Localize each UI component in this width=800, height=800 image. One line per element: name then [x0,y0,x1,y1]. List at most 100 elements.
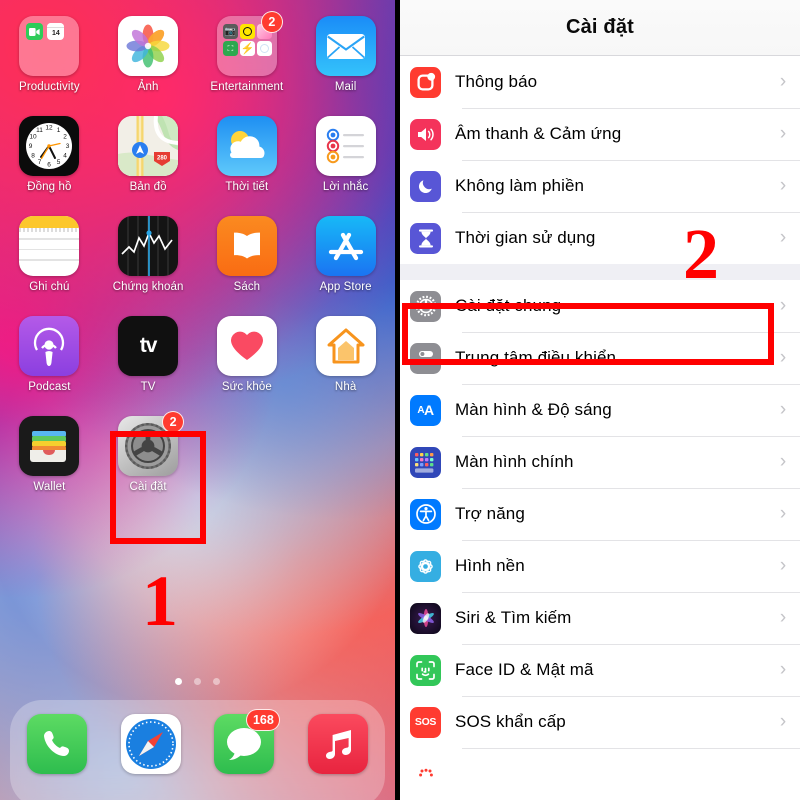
app-home[interactable]: Nhà [296,316,395,416]
settings-row-emergency-sos[interactable]: SOS SOS khẩn cấp › [400,696,800,748]
clock-icon: 12 1 2 345 678 9 10 11 [19,116,80,176]
app-maps[interactable]: 280 Bản đồ [99,116,198,216]
settings-row-siri-search[interactable]: Siri & Tìm kiếm › [400,592,800,644]
app-store-icon [315,216,376,276]
app-clock[interactable]: 12 1 2 345 678 9 10 11 Đồng hồ [0,116,99,216]
tv-icon: tv [118,316,179,376]
screenshot-root: 14 Productivity Ảnh 📷 ⛶ ⚡ 2 Entertainmen… [0,0,800,800]
sounds-haptics-icon [410,118,441,150]
display-brightness-icon: AA [410,394,441,426]
app-weather[interactable]: Thời tiết [198,116,297,216]
settings-row-label: Trung tâm điều khiển [455,348,617,367]
step-2-number: 2 [683,214,719,294]
settings-row-label: SOS khẩn cấp [455,712,566,731]
page-dot [194,678,201,685]
app-row: Ghi chú Chứng khoán Sách App Store [0,216,395,316]
maps-icon: 280 [118,116,179,176]
app-productivity[interactable]: 14 Productivity [0,16,99,116]
weather-icon [216,116,277,176]
chevron-right-icon: › [779,503,787,524]
settings-row-accessibility[interactable]: Trợ năng › [400,488,800,540]
svg-text:4: 4 [64,153,68,160]
podcasts-icon [19,316,80,376]
app-wallet[interactable]: Wallet [0,416,99,516]
settings-row-sounds[interactable]: Âm thanh & Cảm ứng › [400,108,800,160]
app-row: 12 1 2 345 678 9 10 11 Đồng hồ 280 Bản đ… [0,116,395,216]
app-photos[interactable]: Ảnh [99,16,198,116]
app-label: Entertainment [210,81,284,93]
settings-group-separator [400,264,800,280]
app-label: App Store [319,281,372,293]
wallpaper-icon [410,550,441,582]
settings-row-label: Âm thanh & Cảm ứng [455,124,622,143]
dock-app-music[interactable] [291,714,385,774]
app-reminders[interactable]: Lời nhắc [296,116,395,216]
settings-row-wallpaper[interactable]: Hình nền › [400,540,800,592]
stocks-icon [118,216,179,276]
page-indicator[interactable] [0,678,395,685]
dock-app-messages[interactable]: 168 [198,709,292,774]
wallet-icon [19,416,80,476]
app-notes[interactable]: Ghi chú [0,216,99,316]
settings-row-label: Hình nền [455,556,525,575]
svg-text:5: 5 [57,159,61,166]
page-title: Cài đặt [565,16,635,38]
app-label: Ghi chú [29,281,70,293]
settings-row-label: Màn hình & Độ sáng [455,400,612,419]
settings-screen: Cài đặt Thông báo › Âm thanh & Cảm ứng › [400,0,800,800]
app-label: Nhà [334,381,357,393]
settings-row-label: Face ID & Mật mã [455,660,594,679]
app-stocks[interactable]: Chứng khoán [99,216,198,316]
svg-text:8: 8 [32,153,36,160]
accessibility-icon [410,498,441,530]
app-label: Ảnh [137,81,159,93]
chevron-right-icon: › [779,295,787,316]
settings-row-face-id[interactable]: Face ID & Mật mã › [400,644,800,696]
home-app-icon [315,316,376,376]
books-icon [216,216,277,276]
settings-row-screen-time[interactable]: Thời gian sử dụng › [400,212,800,264]
control-center-icon [410,342,441,374]
dock-app-phone[interactable] [10,714,104,774]
app-label: Đồng hồ [27,181,72,193]
photos-icon [118,16,179,76]
emergency-sos-icon: SOS [410,706,441,738]
svg-text:1: 1 [57,127,61,134]
battery-icon [410,758,441,790]
chevron-right-icon: › [779,711,787,732]
step-1-number: 1 [142,561,178,641]
settings-row-label: Trợ năng [455,504,525,523]
app-row: 14 Productivity Ảnh 📷 ⛶ ⚡ 2 Entertainmen… [0,11,395,116]
chevron-right-icon: › [779,347,787,368]
settings-row-control-center[interactable]: Trung tâm điều khiển › [400,332,800,384]
notifications-icon [410,66,441,98]
settings-group-one: Thông báo › Âm thanh & Cảm ứng › Không l… [400,56,800,264]
app-mail[interactable]: Mail [296,16,395,116]
settings-row-notifications[interactable]: Thông báo › [400,56,800,108]
chevron-right-icon: › [779,555,787,576]
settings-row-label: Cài đặt chung [455,296,562,315]
chevron-right-icon: › [779,71,787,92]
app-tv[interactable]: tv TV [99,316,198,416]
app-podcasts[interactable]: Podcast [0,316,99,416]
app-health[interactable]: Sức khỏe [198,316,297,416]
settings-row-display-brightness[interactable]: AA Màn hình & Độ sáng › [400,384,800,436]
chevron-right-icon: › [779,451,787,472]
settings-row-do-not-disturb[interactable]: Không làm phiền › [400,160,800,212]
svg-text:10: 10 [30,134,38,141]
app-books[interactable]: Sách [198,216,297,316]
settings-row-battery[interactable] [400,748,800,800]
app-badge: 168 [246,709,281,731]
svg-text:280: 280 [157,156,168,162]
dock-app-safari[interactable] [104,714,198,774]
settings-row-label: Thông báo [455,72,538,91]
do-not-disturb-icon [410,170,441,202]
app-label: TV [140,381,156,393]
app-app-store[interactable]: App Store [296,216,395,316]
settings-row-general[interactable]: Cài đặt chung › [400,280,800,332]
settings-row-home-screen[interactable]: Màn hình chính › [400,436,800,488]
app-entertainment[interactable]: 📷 ⛶ ⚡ 2 Entertainment [198,11,297,116]
app-label: Bản đồ [129,181,167,193]
chevron-right-icon: › [779,227,787,248]
reminders-icon [315,116,376,176]
